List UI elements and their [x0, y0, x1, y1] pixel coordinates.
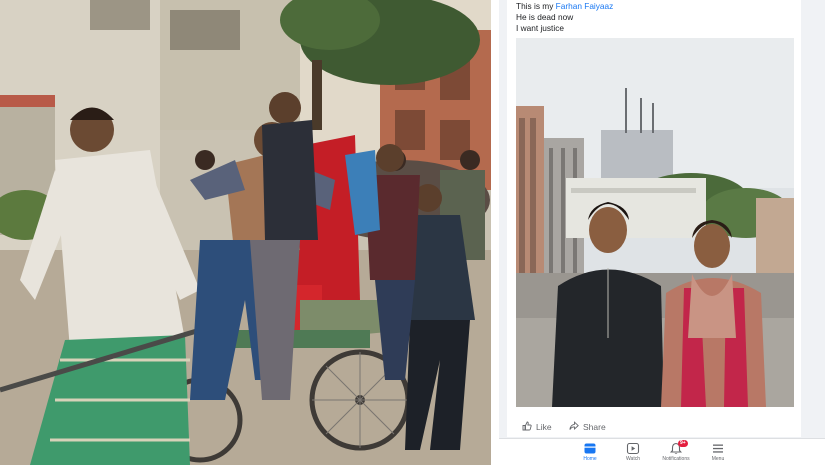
post-line-3: I want justice: [516, 22, 564, 33]
post-text: This is my Farhan Faiyaaz He is dead now…: [516, 1, 796, 33]
post-line-1: This is my Farhan Faiyaaz: [516, 1, 796, 12]
menu-icon: [696, 442, 740, 455]
facebook-post: This is my Farhan Faiyaaz He is dead now…: [507, 0, 801, 437]
like-button[interactable]: Like: [522, 421, 552, 433]
rickshaw-photo: [0, 0, 491, 465]
image-divider: [491, 0, 499, 465]
nav-label-menu: Menu: [711, 456, 725, 462]
watch-icon: [611, 442, 655, 455]
thumbs-up-icon: [522, 421, 532, 433]
post-line-2: He is dead now: [516, 11, 574, 22]
share-button[interactable]: Share: [569, 421, 606, 433]
nav-label-home: Home: [583, 456, 597, 462]
nav-label-notifications: Notifications: [662, 456, 690, 462]
profile-link[interactable]: Farhan Faiyaaz: [556, 1, 614, 11]
like-label: Like: [536, 422, 552, 432]
bottom-nav: Home Watch 9+ Notifications Menu: [499, 438, 825, 465]
nav-item-watch[interactable]: Watch: [611, 442, 655, 462]
nav-label-watch: Watch: [626, 456, 640, 462]
post-photo[interactable]: [516, 38, 794, 407]
post-line-1-prefix: This is my: [516, 1, 556, 11]
nav-item-menu[interactable]: Menu: [696, 442, 740, 462]
notification-badge: 9+: [678, 440, 688, 447]
facebook-screenshot: This is my Farhan Faiyaaz He is dead now…: [499, 0, 825, 465]
bell-icon: [654, 442, 698, 455]
nav-item-notifications[interactable]: 9+ Notifications: [654, 440, 698, 462]
nav-item-home[interactable]: Home: [568, 442, 612, 462]
share-icon: [569, 421, 579, 433]
home-icon: [568, 442, 612, 455]
post-actions: Like Share: [516, 416, 796, 436]
share-label: Share: [583, 422, 606, 432]
